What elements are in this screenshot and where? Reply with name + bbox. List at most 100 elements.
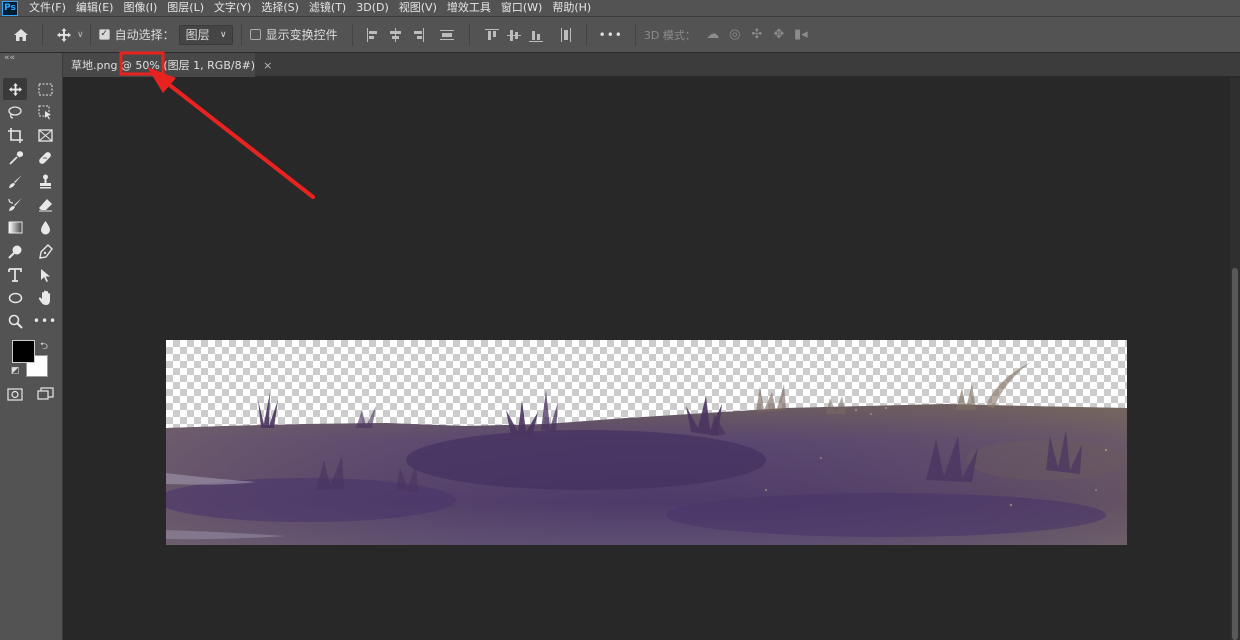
scrollbar-thumb[interactable] <box>1232 268 1238 640</box>
options-bar: ∨ ✓ 自动选择： 图层 ∨ 显示变换控件 ••• 3D 模式： ☁ ◎ ✣ ✥… <box>0 16 1240 53</box>
auto-select-checkbox[interactable]: ✓ <box>98 29 110 40</box>
dodge-tool[interactable] <box>3 240 27 262</box>
document-tab-title: 草地.png @ 50% (图层 1, RGB/8#) <box>71 59 256 72</box>
rectangle-marquee-icon <box>38 83 52 95</box>
panel-collapse-icon[interactable]: «« <box>4 53 15 63</box>
menu-filter[interactable]: 滤镜(T) <box>304 0 351 16</box>
separator <box>468 23 470 46</box>
eyedropper-tool[interactable] <box>3 147 27 169</box>
distribute-horizontal-icon[interactable] <box>558 27 574 43</box>
edit-toolbar-button[interactable]: ••• <box>33 310 57 332</box>
move-tool[interactable] <box>3 78 27 100</box>
separator <box>240 23 242 46</box>
menu-image[interactable]: 图像(I) <box>118 0 162 16</box>
chevron-down-icon[interactable]: ∨ <box>77 30 84 40</box>
align-center-h-icon[interactable] <box>387 27 403 43</box>
move-icon <box>8 82 22 96</box>
zoom-tool[interactable] <box>3 310 27 332</box>
arrow-cursor-icon <box>40 268 50 282</box>
ellipse-icon <box>8 292 22 304</box>
menu-window[interactable]: 窗口(W) <box>496 0 547 16</box>
swap-colors-icon[interactable]: ⮌ <box>40 339 48 356</box>
menu-help[interactable]: 帮助(H) <box>547 0 596 16</box>
layer-select-value: 图层 <box>185 28 210 42</box>
home-icon <box>14 28 28 41</box>
close-icon[interactable]: × <box>263 59 272 72</box>
drag-3d-icon[interactable]: ✣ <box>748 26 766 44</box>
menu-plugins[interactable]: 增效工具 <box>442 0 496 16</box>
orbit-3d-icon[interactable]: ☁ <box>704 26 722 44</box>
separator <box>585 23 587 46</box>
foreground-color-swatch[interactable] <box>12 340 35 363</box>
move-tool-preset-button[interactable] <box>51 22 77 48</box>
object-selection-icon <box>38 105 51 119</box>
camera-3d-icon[interactable]: ▮◂ <box>792 26 810 44</box>
align-left-icon[interactable] <box>365 27 381 43</box>
path-selection-tool[interactable] <box>33 264 57 286</box>
crop-icon <box>7 127 23 143</box>
align-right-icon[interactable] <box>409 27 425 43</box>
vertical-scrollbar[interactable] <box>1230 78 1240 640</box>
menu-select[interactable]: 选择(S) <box>256 0 304 16</box>
grass-image <box>166 362 1127 545</box>
align-bottom-icon[interactable] <box>528 27 544 43</box>
type-icon <box>8 268 22 282</box>
blur-tool[interactable] <box>33 216 57 238</box>
crop-tool[interactable] <box>3 124 27 146</box>
separator <box>42 23 43 46</box>
menu-view[interactable]: 视图(V) <box>394 0 442 16</box>
eraser-tool[interactable] <box>33 193 57 215</box>
magnifier-icon <box>8 314 23 329</box>
frame-icon <box>37 128 53 142</box>
document-canvas[interactable] <box>166 340 1127 545</box>
show-transform-checkbox[interactable] <box>249 29 261 40</box>
show-transform-label: 显示变换控件 <box>265 28 338 42</box>
lasso-tool[interactable] <box>3 101 27 123</box>
home-button[interactable] <box>8 22 34 48</box>
quick-mask-button[interactable] <box>3 383 27 405</box>
document-tab-bar: 草地.png @ 50% (图层 1, RGB/8#) × <box>63 53 1240 77</box>
clone-stamp-tool[interactable] <box>33 170 57 192</box>
tools-panel: «« ••• ⮌ ◩ <box>0 53 63 640</box>
brush-icon <box>8 174 22 188</box>
roll-3d-icon[interactable]: ◎ <box>726 26 744 44</box>
type-tool[interactable] <box>3 264 27 286</box>
screen-mode-button[interactable] <box>33 383 57 405</box>
menu-layer[interactable]: 图层(L) <box>162 0 209 16</box>
layer-select-dropdown[interactable]: 图层 ∨ <box>178 24 233 45</box>
align-center-v-icon[interactable] <box>506 27 522 43</box>
auto-select-label: 自动选择： <box>114 28 175 42</box>
history-brush-icon <box>7 197 22 211</box>
healing-brush-tool[interactable] <box>33 147 57 169</box>
quick-mask-icon <box>7 387 23 401</box>
ps-logo-icon: Ps <box>2 0 18 16</box>
ellipse-tool[interactable] <box>3 287 27 309</box>
lasso-icon <box>8 105 22 119</box>
menu-type[interactable]: 文字(Y) <box>209 0 256 16</box>
align-top-icon[interactable] <box>484 27 500 43</box>
menu-file[interactable]: 文件(F) <box>24 0 71 16</box>
photoshop-window: Ps 文件(F) 编辑(E) 图像(I) 图层(L) 文字(Y) 选择(S) 滤… <box>0 0 1240 640</box>
document-tab[interactable]: 草地.png @ 50% (图层 1, RGB/8#) × <box>63 53 272 77</box>
history-brush-tool[interactable] <box>3 193 27 215</box>
separator <box>351 23 353 46</box>
slide-3d-icon[interactable]: ✥ <box>770 26 788 44</box>
move-icon <box>57 27 71 42</box>
3d-mode-label: 3D 模式： <box>643 28 696 42</box>
gradient-tool[interactable] <box>3 216 27 238</box>
distribute-vertical-icon[interactable] <box>439 27 455 43</box>
object-selection-tool[interactable] <box>33 101 57 123</box>
more-options-button[interactable]: ••• <box>599 28 623 42</box>
brush-tool[interactable] <box>3 170 27 192</box>
menu-3d[interactable]: 3D(D) <box>351 0 394 16</box>
frame-tool[interactable] <box>33 124 57 146</box>
marquee-tool[interactable] <box>33 78 57 100</box>
default-colors-icon[interactable]: ◩ <box>11 366 20 376</box>
bandage-icon <box>39 152 51 164</box>
menu-edit[interactable]: 编辑(E) <box>71 0 119 16</box>
pen-tool[interactable] <box>33 240 57 262</box>
hand-icon <box>38 290 50 305</box>
chevron-down-icon: ∨ <box>220 29 227 40</box>
separator <box>634 23 636 46</box>
hand-tool[interactable] <box>33 287 57 309</box>
